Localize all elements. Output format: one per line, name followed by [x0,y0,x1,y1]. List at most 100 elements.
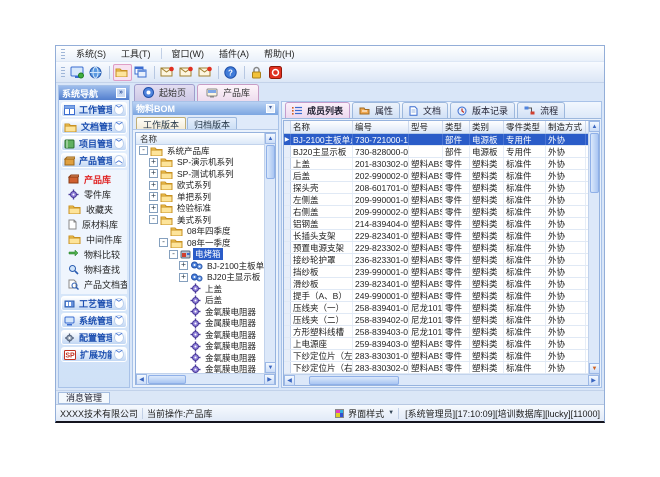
member-tab-属性[interactable]: 属性 [352,102,400,118]
expand-icon[interactable]: + [149,181,158,190]
scroll-left-icon[interactable]: ◀ [136,374,147,385]
table-row[interactable]: 探头壳208-601701-01E塑料ABS零件塑料类标准件外协条 [284,182,588,194]
sidebar-collapse-button[interactable]: » [116,88,126,98]
sidebar-item-产品库[interactable]: 产品库 [65,172,127,186]
tree-node-SP-测试机系列[interactable]: +SP-测试机系列 [136,168,264,180]
table-row[interactable]: 提手（A、B）249-990001-01E塑料ABS零件塑料类标准件外协条 [284,290,588,302]
table-row[interactable]: 压线夹（二）258-839402-00E尼龙1010零件塑料类标准件外协条 [284,314,588,326]
sidebar-section-2[interactable]: 项目管理﹀ [61,136,127,151]
table-horizontal-scrollbar[interactable]: ◀ ▶ [284,374,599,385]
column-header-制造方式[interactable]: 制造方式 [546,121,586,133]
tree-node-单把系列[interactable]: +单把系列 [136,191,264,203]
tree-node-检验标准[interactable]: +检验标准 [136,203,264,215]
toolbar-grip[interactable] [61,67,65,77]
sidebar-item-中间件库[interactable]: 中间件库 [65,232,127,246]
bom-tab-工作版本[interactable]: 工作版本 [136,117,186,129]
menu-item-0[interactable]: 系统(S) [69,46,113,61]
tree-node-金氧膜电阻器[interactable]: 金氧膜电阻器 [136,306,264,318]
menu-item-2[interactable]: 窗口(W) [165,46,212,61]
table-row[interactable]: 接纱轮护罩236-823301-00E塑料ABS零件塑料类标准件外协条 [284,254,588,266]
scroll-right-icon[interactable]: ▶ [264,374,275,385]
toolbar-button-mail-alert-icon[interactable] [158,64,177,81]
scroll-up-icon[interactable]: ▲ [589,121,600,132]
toolbar-button-windows-icon[interactable] [132,64,151,81]
sidebar-item-物料查找[interactable]: 物料查找 [65,262,127,276]
column-header-名称[interactable]: 名称 [291,121,353,133]
ui-style-button[interactable]: 界面样式 [348,407,384,420]
tree-node-08年四季度[interactable]: 08年四季度 [136,226,264,238]
table-row[interactable]: 左侧盖209-990001-01E塑料ABS零件塑料类标准件外协条 [284,194,588,206]
table-row[interactable]: 铝钢盖214-839404-01E塑料ABS零件塑料类标准件外协条 [284,218,588,230]
chevron-down-icon[interactable]: ▼ [388,410,394,416]
sidebar-item-零件库[interactable]: 零件库 [65,187,127,201]
tree-node-系统产品库[interactable]: -系统产品库 [136,145,264,157]
scroll-up-icon[interactable]: ▲ [265,133,276,144]
toolbar-grip[interactable] [61,49,65,59]
sidebar-section-0[interactable]: 工作管理﹀ [61,102,127,117]
table-row[interactable]: 长插头支架229-823401-00E塑料ABS零件塑料类标准件外协条 [284,230,588,242]
table-row[interactable]: 方形塑料线槽258-839403-00E尼龙1010零件塑料类标准件外协条 [284,326,588,338]
chevron-down-icon[interactable]: ﹀ [114,298,124,309]
table-row[interactable]: 右侧盖209-990002-01E塑料ABS零件塑料类标准件外协条 [284,206,588,218]
tree-node-金氧膜电阻器[interactable]: 金氧膜电阻器 [136,364,264,374]
expand-icon[interactable]: + [179,261,188,270]
chevron-down-icon[interactable]: ﹀ [114,138,124,149]
column-header-编号[interactable]: 编号 [353,121,409,133]
member-tab-文档[interactable]: 文档 [402,102,448,118]
member-tab-版本记录[interactable]: 版本记录 [450,102,515,118]
tree-horizontal-scrollbar[interactable]: ◀ ▶ [136,373,275,384]
sidebar-section-1[interactable]: 文档管理﹀ [61,119,127,134]
chevron-down-icon[interactable]: ﹀ [114,349,124,360]
table-hscroll-thumb[interactable] [309,376,399,385]
collapse-icon[interactable]: - [149,215,158,224]
tree-column-header[interactable]: 名称 [136,133,264,145]
tree-node-BJ-2100主板单点[interactable]: +BJ-2100主板单点 [136,260,264,272]
sidebar-section-7[interactable]: SP扩展功能﹀ [61,347,127,362]
toolbar-button-help-icon[interactable]: ? [222,64,241,81]
scroll-left-icon[interactable]: ◀ [284,375,295,386]
chevron-down-icon[interactable]: ﹀ [114,315,124,326]
scroll-right-icon[interactable]: ▶ [588,375,599,386]
table-row[interactable]: 下纱定位片（左）283-830301-00E塑料ABS零件塑料类标准件外协条 [284,350,588,362]
table-row[interactable]: 上电源座259-839403-00E塑料ABS零件塑料类标准件外协条 [284,338,588,350]
expand-icon[interactable]: + [149,158,158,167]
table-row[interactable]: 下纱定位片（右）283-830302-00E塑料ABS零件塑料类标准件外协条 [284,362,588,374]
tree-vscroll-thumb[interactable] [266,145,275,179]
tree-node-金氧膜电阻器[interactable]: 金氧膜电阻器 [136,329,264,341]
table-row[interactable]: ▶BJ-2100主板单点730-721000-12E部件电源板专用件外协颗 [284,134,588,146]
menu-item-1[interactable]: 工具(T) [114,46,158,61]
tree-node-金属膜电阻器[interactable]: 金属膜电阻器 [136,318,264,330]
table-row[interactable]: 压线夹（一）258-839401-00E尼龙1010零件塑料类标准件外协条 [284,302,588,314]
tree-node-08年一季度[interactable]: -08年一季度 [136,237,264,249]
chevron-down-icon[interactable]: ﹀ [114,104,124,115]
toolbar-button-mail-alert-icon[interactable] [196,64,215,81]
sidebar-section-4[interactable]: 工艺管理﹀ [61,296,127,311]
tree-node-美式系列[interactable]: -美式系列 [136,214,264,226]
toolbar-button-monitor-icon[interactable] [68,64,87,81]
column-header-型号[interactable]: 型号 [409,121,443,133]
member-tab-流程[interactable]: 流程 [517,102,565,118]
tree-node-SP-演示机系列[interactable]: +SP-演示机系列 [136,157,264,169]
table-row[interactable]: 后盖202-990002-01E塑料ABS零件塑料类标准件外协条 [284,170,588,182]
sidebar-item-物料比较[interactable]: 物料比较 [65,247,127,261]
menu-item-3[interactable]: 插件(A) [212,46,256,61]
bom-tab-归档版本[interactable]: 归档版本 [187,117,237,129]
tree-node-金氧膜电阻器[interactable]: 金氧膜电阻器 [136,352,264,364]
collapse-icon[interactable]: - [139,146,148,155]
tree-node-电烤箱[interactable]: -电烤箱 [136,249,264,261]
tree-node-欧式系列[interactable]: +欧式系列 [136,180,264,192]
tree-node-BJ20主显示板[interactable]: +BJ20主显示板 [136,272,264,284]
sidebar-section-6[interactable]: 配置管理﹀ [61,330,127,345]
tree-node-金氧膜电阻器[interactable]: 金氧膜电阻器 [136,341,264,353]
table-row[interactable]: 滑纱板239-823401-00E塑料ABS零件塑料类标准件外协条 [284,278,588,290]
table-row[interactable]: 上盖201-830302-00E塑料ABS零件塑料类标准件外协条 [284,158,588,170]
toolbar-button-globe-icon[interactable] [87,64,106,81]
table-row[interactable]: BJ20主显示板730-828000-04E部件电源板专用件外协颗 [284,146,588,158]
menu-item-4[interactable]: 帮助(H) [257,46,302,61]
chevron-up-icon[interactable]: ︿ [114,155,124,166]
tree-vertical-scrollbar[interactable]: ▲ ▼ [264,133,275,373]
table-vscroll-thumb[interactable] [590,133,599,193]
sidebar-section-5[interactable]: 系统管理﹀ [61,313,127,328]
column-header-类别[interactable]: 类别 [470,121,504,133]
expand-icon[interactable]: + [149,169,158,178]
